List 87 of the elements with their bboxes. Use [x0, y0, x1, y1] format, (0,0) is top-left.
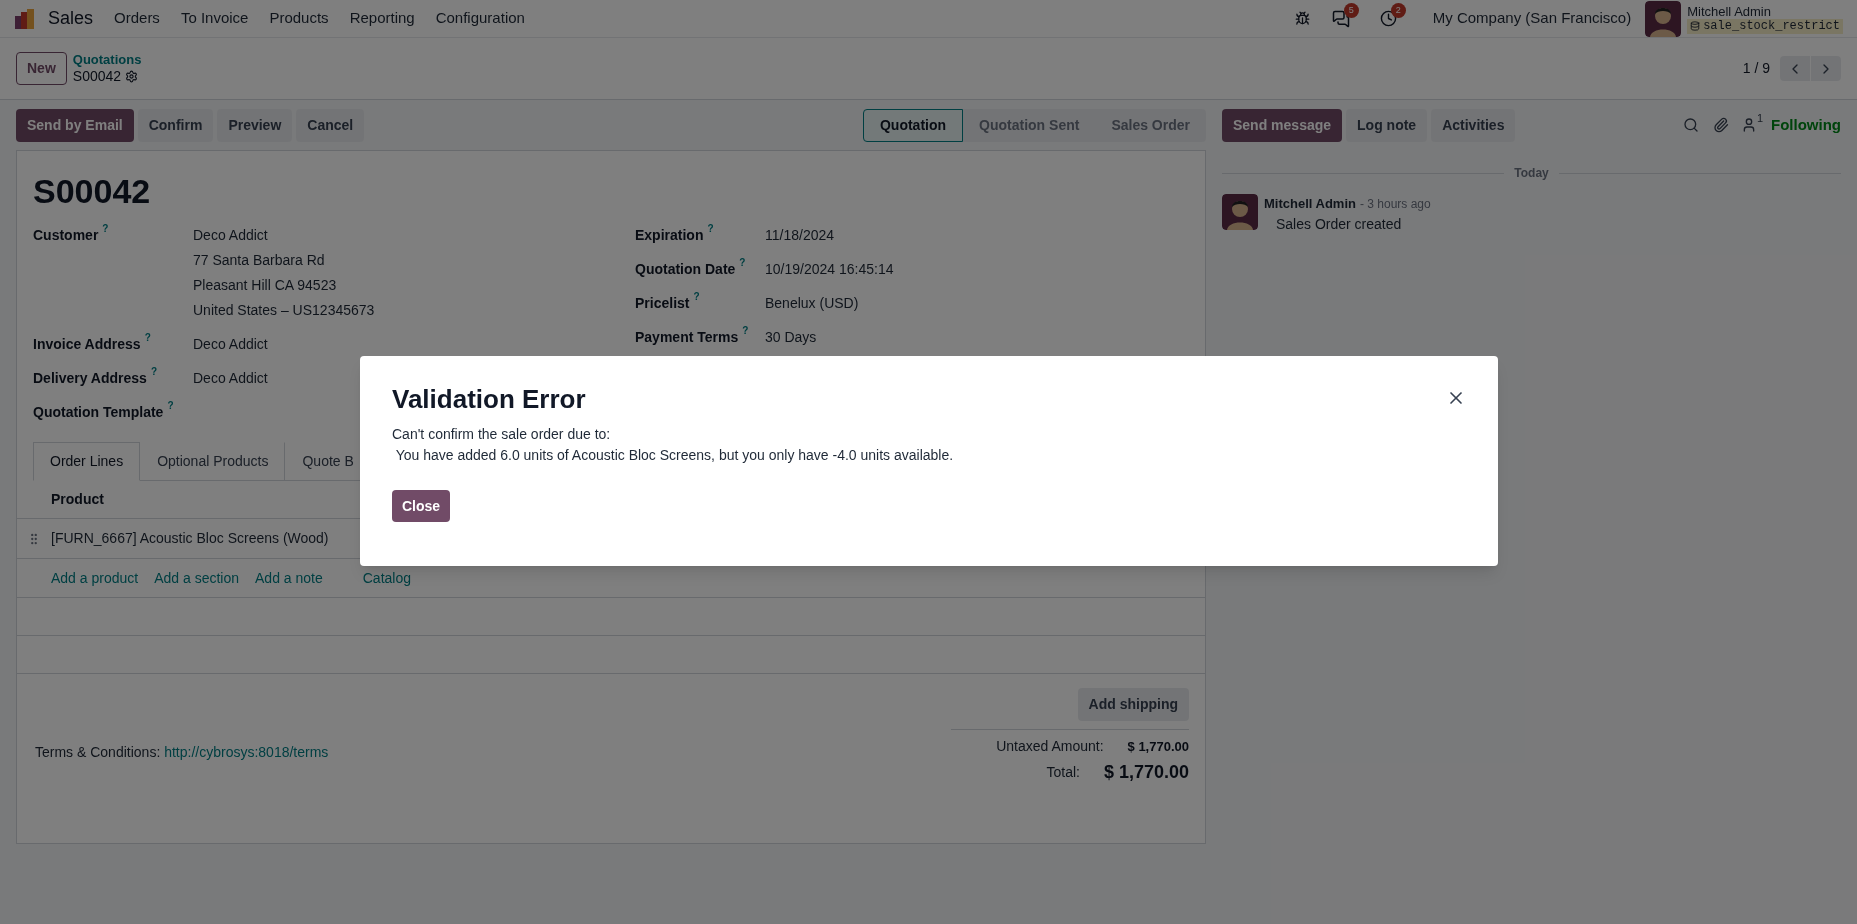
- add-line-link[interactable]: Add a product: [51, 567, 139, 589]
- field-label: Invoice Address: [33, 335, 141, 354]
- database-name: sale_stock_restrict: [1703, 18, 1840, 34]
- add-shipping-button[interactable]: Add shipping: [1077, 688, 1189, 721]
- message-body: Sales Order created: [1276, 214, 1403, 234]
- field-value: United States – US12345673: [193, 301, 375, 320]
- field-label: Pricelist: [635, 294, 690, 313]
- status-step[interactable]: Quotation: [862, 108, 964, 142]
- avatar-icon: [1645, 0, 1682, 37]
- chatter-button[interactable]: Activities: [1431, 108, 1516, 142]
- field-value: 77 Santa Barbara Rd: [193, 251, 326, 270]
- help-mark[interactable]: ?: [742, 325, 749, 337]
- database-icon: [1690, 21, 1701, 31]
- status-step[interactable]: Quotation Sent: [963, 108, 1096, 142]
- total-label: Total:: [1046, 763, 1080, 782]
- menu-item[interactable]: Reporting: [349, 7, 415, 30]
- field-value: 11/18/2024: [765, 226, 835, 245]
- record-title: S00042: [33, 171, 152, 211]
- menu-item[interactable]: To Invoice: [180, 7, 249, 30]
- settings-icon[interactable]: [125, 70, 139, 83]
- new-button[interactable]: New: [16, 52, 67, 85]
- message-author: Mitchell Admin: [1264, 195, 1356, 213]
- menu-item[interactable]: Products: [269, 7, 329, 30]
- help-mark[interactable]: ?: [707, 223, 714, 235]
- action-button[interactable]: Cancel: [296, 108, 365, 142]
- user-name[interactable]: Mitchell Admin: [1687, 3, 1843, 19]
- action-button[interactable]: Send by Email: [16, 108, 134, 142]
- app-logo-icon[interactable]: [14, 7, 36, 30]
- table-cell[interactable]: [FURN_6667] Acoustic Bloc Screens (Wood): [51, 528, 329, 549]
- pager-value[interactable]: 1 / 9: [1742, 58, 1770, 79]
- app-title[interactable]: Sales: [48, 5, 94, 32]
- terms-link[interactable]: http://cybrosys:8018/terms: [164, 744, 329, 760]
- debug-icon[interactable]: [1294, 11, 1310, 26]
- menu-item[interactable]: Orders: [114, 7, 160, 30]
- field-value: 10/19/2024 16:45:14: [765, 260, 894, 279]
- help-mark[interactable]: ?: [144, 332, 151, 344]
- notebook-tab[interactable]: Optional Products: [140, 442, 286, 481]
- terms-text: Terms & Conditions:: [35, 744, 162, 760]
- dialog-title: Validation Error: [392, 383, 586, 416]
- avatar-icon: [1222, 194, 1258, 230]
- action-button[interactable]: Confirm: [137, 108, 214, 142]
- add-line-link[interactable]: Add a section: [154, 567, 239, 589]
- search-icon[interactable]: [1682, 117, 1699, 133]
- following-button[interactable]: Following: [1771, 113, 1841, 137]
- messages-icon[interactable]: [1331, 9, 1350, 28]
- field-value: Pleasant Hill CA 94523: [193, 276, 338, 295]
- add-line-link[interactable]: Add a note: [255, 567, 323, 589]
- notification-badge: 2: [1390, 3, 1406, 18]
- total-amount: $ 1,770.00: [1103, 761, 1189, 784]
- status-step[interactable]: Sales Order: [1095, 108, 1206, 142]
- help-mark[interactable]: ?: [167, 400, 174, 412]
- message-time: - 3 hours ago: [1359, 196, 1431, 213]
- catalog-link[interactable]: Catalog: [362, 567, 411, 589]
- field-label: Customer: [33, 226, 99, 245]
- field-value: Deco Addict: [193, 369, 268, 388]
- paperclip-icon[interactable]: [1712, 117, 1729, 133]
- field-label: Expiration: [635, 226, 704, 245]
- notification-badge: 5: [1343, 2, 1359, 18]
- total-label: Untaxed Amount:: [996, 737, 1104, 756]
- menu-item[interactable]: Configuration: [435, 7, 525, 30]
- date-divider: Today: [1513, 165, 1550, 182]
- field-label: Quotation Template: [33, 403, 164, 422]
- breadcrumb-link[interactable]: Quotations: [72, 52, 142, 68]
- close-button[interactable]: Close: [392, 490, 451, 522]
- error-message: You have added 6.0 units of Acoustic Bloc Screens, but you only have -4.0 units available.: [394, 446, 955, 465]
- followers-count: 1: [1756, 112, 1763, 125]
- column-header[interactable]: Product: [51, 489, 104, 510]
- field-label: Quotation Date: [635, 260, 736, 279]
- field-value: Benelux (USD): [765, 294, 859, 313]
- action-button[interactable]: Preview: [217, 108, 293, 142]
- field-value: Deco Addict: [193, 226, 269, 245]
- help-mark[interactable]: ?: [102, 223, 109, 235]
- help-mark[interactable]: ?: [739, 257, 746, 269]
- chatter-button[interactable]: Send message: [1222, 108, 1343, 142]
- chatter-button[interactable]: Log note: [1346, 108, 1428, 142]
- company-switcher[interactable]: My Company (San Francisco): [1432, 7, 1632, 30]
- field-value: 30 Days: [765, 328, 817, 347]
- field-value: Deco Addict: [193, 335, 268, 354]
- field-label: Payment Terms: [635, 328, 739, 347]
- notebook-tab[interactable]: Order Lines: [33, 442, 141, 481]
- total-amount: $ 1,770.00: [1127, 737, 1189, 756]
- help-mark[interactable]: ?: [693, 291, 700, 303]
- record-name: S00042: [72, 68, 122, 85]
- activities-icon[interactable]: [1379, 10, 1397, 27]
- help-mark[interactable]: ?: [150, 366, 157, 378]
- field-label: Delivery Address: [33, 369, 147, 388]
- error-message: Can't confirm the sale order due to:: [392, 425, 612, 444]
